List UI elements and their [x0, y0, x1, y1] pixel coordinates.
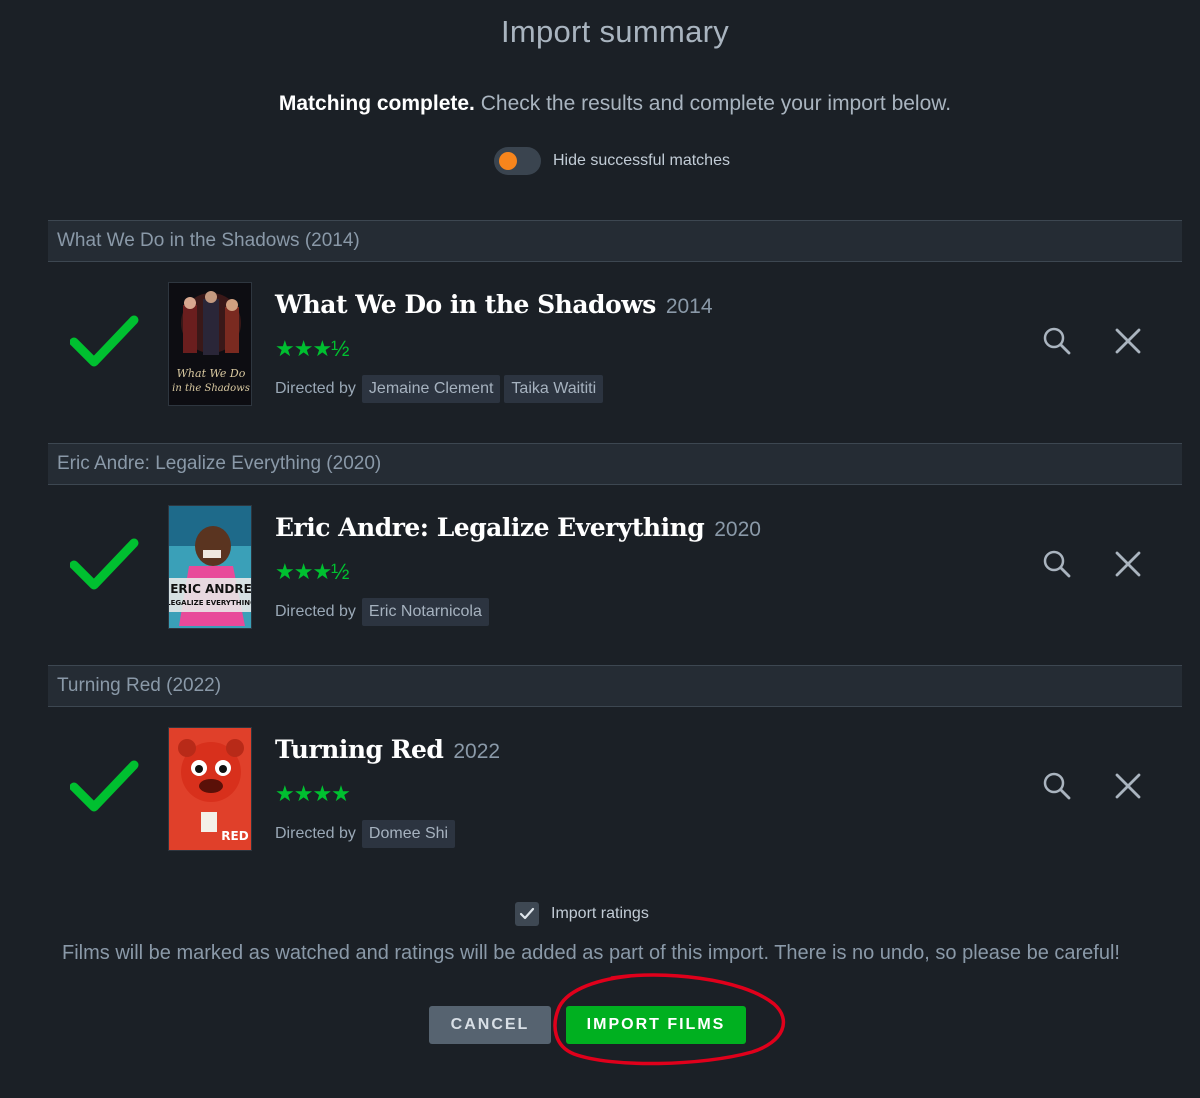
svg-text:ERIC ANDRE: ERIC ANDRE — [170, 582, 252, 596]
import-ratings-label: Import ratings — [551, 905, 649, 922]
hide-matches-label: Hide successful matches — [553, 152, 730, 169]
film-year: 2022 — [453, 740, 501, 763]
directed-by-label: Directed by — [275, 603, 356, 620]
search-icon[interactable] — [1042, 326, 1072, 356]
directors: Directed by Eric Notarnicola — [275, 598, 493, 626]
search-icon[interactable] — [1042, 771, 1072, 801]
svg-text:in the Shadows: in the Shadows — [172, 383, 250, 394]
hide-matches-toggle-row[interactable]: Hide successful matches — [494, 146, 730, 176]
hide-matches-toggle[interactable] — [494, 147, 541, 175]
director-chip[interactable]: Eric Notarnicola — [361, 598, 489, 626]
svg-text:What We Do: What We Do — [177, 367, 246, 380]
directors: Directed by Domee Shi — [275, 820, 459, 848]
close-icon[interactable] — [1113, 549, 1143, 579]
page-subtitle: Matching complete. Check the results and… — [0, 92, 1200, 116]
page-title: Import summary — [500, 14, 730, 49]
film-title[interactable]: Turning Red 2022 — [275, 735, 500, 764]
checkbox-check-icon — [519, 907, 535, 920]
film-section-header: What We Do in the Shadows (2014) — [48, 220, 1182, 262]
search-icon[interactable] — [1042, 549, 1072, 579]
import-ratings-checkbox[interactable] — [515, 902, 539, 926]
check-icon — [70, 538, 139, 590]
cancel-button[interactable]: CANCEL — [429, 1006, 551, 1044]
close-icon[interactable] — [1113, 326, 1143, 356]
film-row: ERIC ANDRE LEGALIZE EVERYTHING Eric Andr… — [48, 505, 1182, 655]
film-title[interactable]: What We Do in the Shadows 2014 — [275, 290, 713, 319]
subtitle-bold: Matching complete. — [278, 92, 475, 115]
film-title-text[interactable]: Turning Red — [275, 735, 444, 764]
film-row: RED Turning Red 2022 ★★★★ Directed by Dom… — [48, 727, 1182, 877]
import-warning: Films will be marked as watched and rati… — [62, 942, 1120, 964]
directed-by-label: Directed by — [275, 380, 356, 397]
check-icon — [70, 315, 139, 367]
star-rating: ★★★★ — [275, 781, 351, 806]
directed-by-label: Directed by — [275, 825, 356, 842]
svg-text:RED: RED — [221, 829, 248, 843]
film-title[interactable]: Eric Andre: Legalize Everything 2020 — [275, 513, 761, 542]
star-rating: ★★★½ — [275, 559, 350, 584]
film-title-text[interactable]: What We Do in the Shadows — [275, 290, 656, 319]
import-films-button[interactable]: IMPORT FILMS — [566, 1006, 746, 1044]
subtitle-text: Check the results and complete your impo… — [474, 92, 952, 115]
director-chip[interactable]: Jemaine Clement — [361, 375, 501, 403]
director-chip[interactable]: Taika Waititi — [504, 375, 604, 403]
film-poster[interactable]: RED — [168, 727, 252, 851]
star-rating: ★★★½ — [275, 336, 350, 361]
film-section-header: Eric Andre: Legalize Everything (2020) — [48, 443, 1182, 485]
close-icon[interactable] — [1113, 771, 1143, 801]
import-ratings-row[interactable]: Import ratings — [515, 902, 649, 926]
film-section-header: Turning Red (2022) — [48, 665, 1182, 707]
film-row: What We Do in the Shadows What We Do in … — [48, 282, 1182, 432]
director-chip[interactable]: Domee Shi — [361, 820, 456, 848]
svg-text:LEGALIZE EVERYTHING: LEGALIZE EVERYTHING — [169, 599, 252, 607]
directors: Directed by Jemaine Clement Taika Waitit… — [275, 375, 607, 403]
film-year: 2020 — [714, 518, 761, 541]
film-year: 2014 — [665, 295, 713, 318]
film-poster[interactable]: What We Do in the Shadows — [168, 282, 252, 406]
film-title-text[interactable]: Eric Andre: Legalize Everything — [275, 513, 705, 542]
film-poster[interactable]: ERIC ANDRE LEGALIZE EVERYTHING — [168, 505, 252, 629]
toggle-knob — [499, 152, 517, 170]
check-icon — [70, 760, 139, 812]
